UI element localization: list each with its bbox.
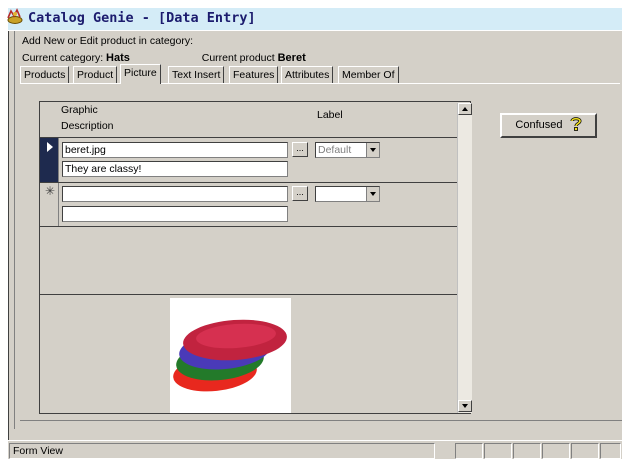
window-title: Catalog Genie - [Data Entry] (28, 10, 256, 26)
status-indicator-4 (542, 443, 570, 459)
label-combo-new[interactable] (315, 186, 380, 202)
description-field-new[interactable] (62, 206, 288, 222)
confused-button[interactable]: Confused (500, 113, 597, 138)
label-combo-value: Default (318, 144, 352, 156)
label-combo[interactable]: Default (315, 142, 380, 158)
row-selector-current[interactable] (40, 138, 59, 182)
genie-lamp-icon (7, 8, 23, 24)
new-record-icon: ✳ (45, 184, 56, 198)
col-header-graphic: Graphic (61, 104, 98, 116)
status-indicator-3 (513, 443, 541, 459)
tab-page-edge (20, 83, 620, 84)
status-indicator-6 (600, 443, 621, 459)
graphic-field[interactable]: beret.jpg (62, 142, 288, 158)
col-header-description: Description (61, 120, 114, 132)
tab-product[interactable]: Product (73, 66, 118, 83)
description-field[interactable]: They are classy! (62, 161, 288, 177)
status-bar: Form View (8, 440, 622, 459)
status-indicator-1 (455, 443, 483, 459)
row-selector-new[interactable]: ✳ (40, 183, 59, 226)
tab-picture[interactable]: Picture (120, 64, 161, 84)
chevron-down-icon[interactable] (366, 143, 379, 157)
col-header-label: Label (317, 109, 343, 121)
category-label: Current category: (22, 52, 104, 64)
tab-text-insert[interactable]: Text Insert (168, 66, 225, 83)
product-label: Current product (201, 52, 275, 64)
chevron-down-icon[interactable] (366, 187, 379, 201)
graphic-field-new[interactable] (62, 186, 288, 202)
grid-scrollbar[interactable] (457, 103, 472, 413)
row-divider (40, 182, 457, 183)
scroll-up-button[interactable] (458, 103, 472, 115)
picture-section-divider (40, 294, 457, 295)
header-instruction: Add New or Edit product in category: (22, 35, 194, 47)
header-current: Current category: Hats Current product B… (22, 52, 306, 64)
scroll-down-button[interactable] (458, 400, 472, 412)
row-divider (40, 226, 457, 227)
record-pointer-icon (47, 142, 53, 152)
confused-button-label: Confused (515, 119, 563, 131)
title-bar: Catalog Genie - [Data Entry] (0, 0, 622, 32)
tab-attributes[interactable]: Attributes (281, 66, 334, 83)
beret-picture (170, 298, 291, 413)
form-bottom-edge (20, 420, 622, 421)
tab-products[interactable]: Products (20, 66, 70, 83)
browse-button-new[interactable]: ... (292, 186, 308, 201)
category-value: Hats (106, 52, 130, 64)
tab-member-of[interactable]: Member Of (338, 66, 399, 83)
beret-image (173, 319, 287, 392)
browse-button[interactable]: ... (292, 142, 308, 157)
status-indicator-2 (484, 443, 512, 459)
header-divider (40, 137, 457, 138)
status-text: Form View (9, 443, 435, 459)
question-mark-icon (570, 117, 582, 131)
status-indicator-5 (571, 443, 599, 459)
product-value: Beret (277, 52, 306, 64)
tab-features[interactable]: Features (229, 66, 279, 83)
inner-border (14, 31, 15, 429)
